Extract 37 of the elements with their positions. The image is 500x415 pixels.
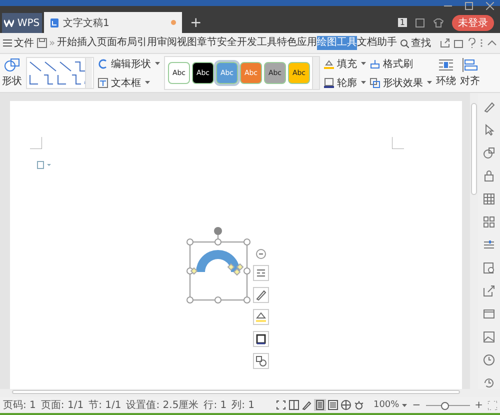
shapes-button[interactable]: 形状 [2,58,22,88]
shape-effects-button[interactable]: 形状效果 [370,76,432,90]
login-button[interactable]: 未登录 [452,14,494,30]
ribbon-tab[interactable]: 特色应用 [277,36,318,50]
zoom-level[interactable]: 100% [373,400,408,410]
ribbon-tab[interactable]: 页面布局 [97,36,138,50]
ribbon-tab[interactable]: 开始 [57,36,78,50]
status-field: 行: 1 [204,398,227,412]
ribbon-tab[interactable]: 插入 [77,36,98,50]
align-button[interactable]: 对齐 [460,58,480,88]
zoom-in-button[interactable]: + [474,400,483,410]
outline-button[interactable]: 轮廓 [324,76,366,90]
file-menu[interactable]: 文件 [3,36,34,50]
search-button[interactable]: 查找 [400,36,432,50]
fill-button[interactable]: 填充 [324,56,366,70]
ribbon-tab[interactable]: 文档助手 [357,36,398,50]
text-box-button[interactable]: 文本框 [98,76,160,90]
ribbon-tab[interactable]: 开发工具 [237,36,278,50]
status-field: 列: 1 [232,398,255,412]
new-tab-button[interactable]: + [184,12,208,33]
wrap-button[interactable]: 环绕 [436,58,456,88]
ribbon-tab[interactable]: 章节 [197,36,218,50]
status-field: 页面: 1/1 [40,398,84,412]
ribbon-tab[interactable]: 视图 [177,36,198,50]
format-painter-button[interactable]: 格式刷 [370,56,432,70]
status-field: 页码: 1 [3,398,36,412]
app-tab[interactable]: WPS [2,13,42,33]
status-field: 设置值: 2.5厘米 [126,398,199,412]
document-tab[interactable]: 文字文稿1 [44,12,182,33]
ribbon-tab[interactable]: 绘图工具 [317,36,358,50]
page-count-badge[interactable]: 1 [398,18,407,27]
status-field: 节: 1/1 [88,398,122,412]
zoom-out-button[interactable]: − [412,400,421,410]
ribbon-tab[interactable]: 安全 [217,36,238,50]
edit-shape-button[interactable]: 编辑形状 [98,56,160,70]
ribbon-tab[interactable]: 引用 [137,36,158,50]
ribbon-tab[interactable]: 审阅 [157,36,178,50]
